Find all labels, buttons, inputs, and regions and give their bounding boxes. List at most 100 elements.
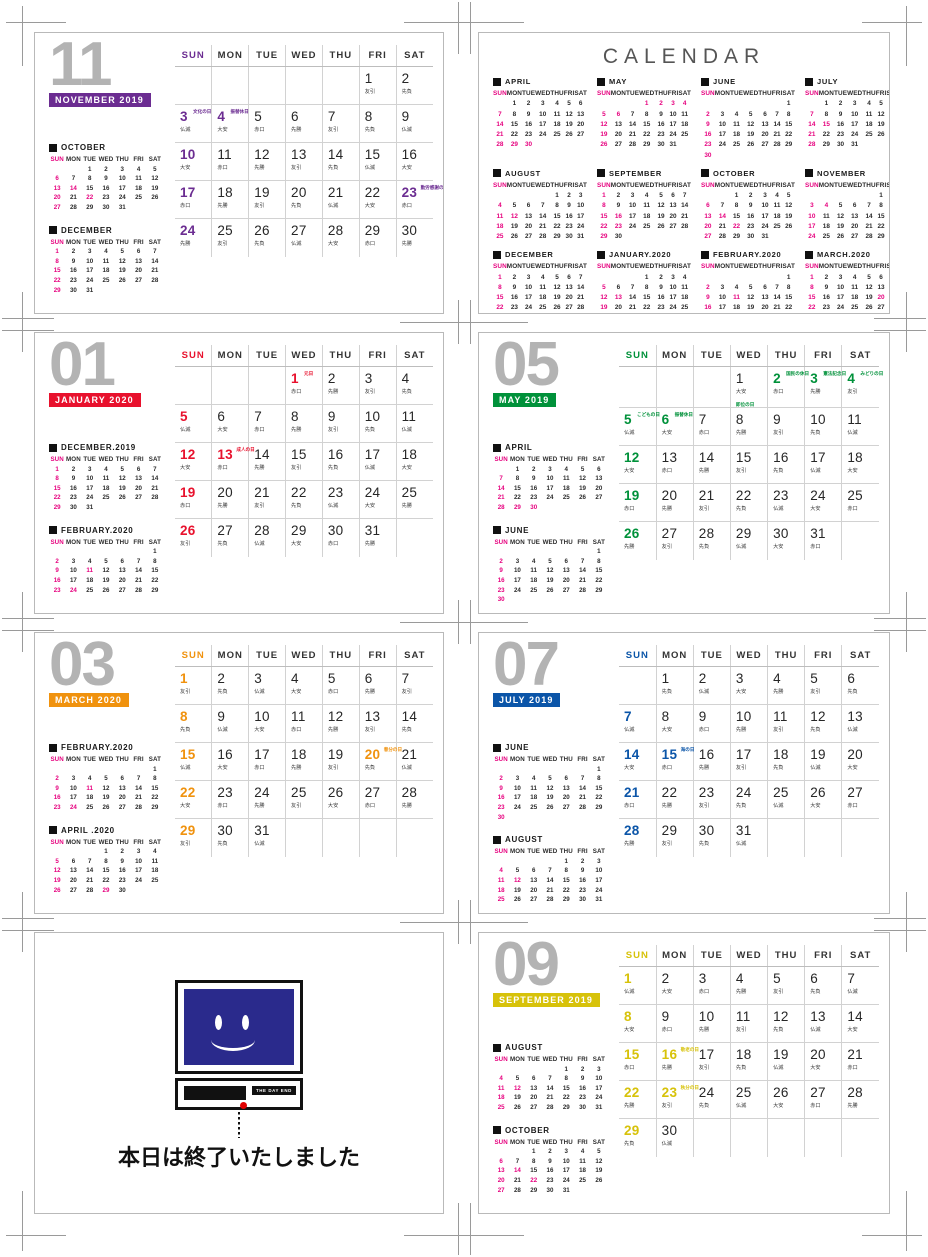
calendar-day-cell[interactable]: 14 先勝 (248, 442, 286, 481)
calendar-day-cell[interactable]: 30 赤口 (321, 518, 360, 557)
calendar-day-cell[interactable]: 26 大安 (804, 780, 842, 819)
calendar-day-cell[interactable]: 13 成人の日 赤口 (211, 442, 255, 481)
calendar-day-cell[interactable]: 19 仏滅 (804, 742, 842, 781)
calendar-day-cell[interactable]: 6 大安 (211, 404, 249, 443)
calendar-day-cell[interactable]: 29 大安 (285, 518, 323, 557)
calendar-day-cell[interactable]: 1 仏滅 (619, 966, 657, 1005)
calendar-day-cell[interactable]: 15 友引 (285, 442, 323, 481)
calendar-day-cell[interactable]: 2 大安 (655, 966, 694, 1005)
calendar-day-cell[interactable]: 21 仏滅 (395, 742, 433, 781)
calendar-day-cell[interactable]: 1 大安 即位の日 (729, 366, 768, 409)
calendar-day-cell[interactable]: 29 赤口 (358, 218, 397, 257)
calendar-day-cell[interactable]: 30 仏滅 (655, 1118, 694, 1157)
calendar-day-cell[interactable]: 26 大安 (321, 780, 360, 819)
calendar-day-cell[interactable]: 15 海の日 赤口 (655, 742, 694, 781)
calendar-day-cell[interactable]: 19 赤口 (175, 480, 212, 519)
calendar-day-cell[interactable]: 6 先負 (804, 966, 842, 1005)
calendar-day-cell[interactable]: 30 先勝 (395, 218, 433, 257)
calendar-day-cell[interactable]: 24 先負 (729, 780, 768, 819)
calendar-day-cell[interactable]: 11 仏滅 (395, 404, 433, 443)
calendar-day-cell[interactable]: 5 友引 (804, 666, 842, 705)
calendar-day-cell[interactable]: 5 仏滅 (175, 404, 212, 443)
calendar-day-cell[interactable]: 2 国民の休日 赤口 (767, 366, 809, 409)
calendar-day-cell[interactable]: 22 先負 (729, 483, 768, 523)
calendar-day-cell[interactable]: 3 赤口 (692, 966, 731, 1005)
calendar-day-cell[interactable]: 13 仏滅 (804, 1004, 842, 1043)
calendar-day-cell[interactable]: 16 先勝 (692, 742, 731, 781)
calendar-day-cell[interactable]: 9 赤口 (692, 704, 731, 743)
calendar-day-cell[interactable]: 3 憲法記念日 先勝 (804, 366, 846, 409)
calendar-day-cell[interactable]: 20 大安 (804, 1042, 842, 1081)
calendar-day-cell[interactable]: 12 先負 (767, 1004, 805, 1043)
calendar-day-cell[interactable]: 2 先勝 (321, 366, 360, 405)
calendar-day-cell[interactable]: 1 友引 (175, 666, 212, 705)
calendar-day-cell[interactable]: 28 先勝 (619, 819, 656, 857)
calendar-day-cell[interactable]: 5 こどもの日 仏滅 (619, 407, 660, 447)
calendar-day-cell[interactable]: 16 大安 (211, 742, 249, 781)
calendar-day-cell[interactable]: 2 先負 (211, 666, 249, 705)
calendar-day-cell[interactable]: 10 先負 (804, 407, 842, 447)
calendar-day-cell[interactable]: 30 先負 (692, 818, 731, 857)
calendar-day-cell[interactable]: 10 先勝 (729, 704, 768, 743)
calendar-day-cell[interactable]: 25 赤口 (841, 483, 879, 523)
calendar-day-cell[interactable]: 29 友引 (655, 818, 694, 857)
calendar-day-cell[interactable]: 29 仏滅 (729, 521, 768, 560)
calendar-day-cell[interactable]: 29 先負 (619, 1119, 656, 1157)
calendar-day-cell[interactable]: 17 仏滅 (358, 442, 397, 481)
calendar-day-cell[interactable]: 20 先負 (285, 180, 323, 219)
calendar-day-cell[interactable]: 19 友引 (321, 742, 360, 781)
calendar-day-cell[interactable]: 25 仏滅 (729, 1080, 768, 1119)
calendar-day-cell[interactable]: 25 仏滅 (767, 780, 805, 819)
calendar-day-cell[interactable]: 3 文化の日 仏滅 (175, 104, 212, 143)
calendar-day-cell[interactable]: 8 先勝 (729, 407, 768, 447)
calendar-day-cell[interactable]: 18 大安 (395, 442, 433, 481)
calendar-day-cell[interactable]: 7 友引 (395, 666, 433, 705)
calendar-day-cell[interactable]: 8 先負 (175, 704, 212, 743)
calendar-day-cell[interactable]: 26 先勝 (619, 522, 656, 560)
calendar-day-cell[interactable]: 20 春分の日 先負 (358, 742, 402, 781)
calendar-day-cell[interactable]: 3 友引 (358, 366, 397, 405)
calendar-day-cell[interactable]: 28 大安 (321, 218, 360, 257)
calendar-day-cell[interactable]: 17 仏滅 (804, 445, 842, 485)
calendar-day-cell[interactable]: 25 友引 (211, 218, 249, 257)
calendar-day-cell[interactable]: 27 赤口 (358, 780, 397, 819)
calendar-day-cell[interactable]: 28 仏滅 (248, 518, 286, 557)
calendar-day-cell[interactable]: 24 先勝 (248, 780, 286, 819)
calendar-day-cell[interactable]: 6 先勝 (285, 104, 323, 143)
calendar-day-cell[interactable]: 9 友引 (767, 407, 805, 447)
calendar-day-cell[interactable]: 13 友引 (285, 142, 323, 181)
calendar-day-cell[interactable]: 15 友引 (729, 445, 768, 485)
calendar-day-cell[interactable]: 20 大安 (841, 742, 879, 781)
calendar-day-cell[interactable]: 17 赤口 (248, 742, 286, 781)
calendar-day-cell[interactable]: 19 赤口 (619, 483, 657, 523)
calendar-day-cell[interactable]: 22 先勝 (655, 780, 694, 819)
calendar-day-cell[interactable]: 21 赤口 (841, 1042, 879, 1081)
calendar-day-cell[interactable]: 19 仏滅 (767, 1042, 805, 1081)
calendar-day-cell[interactable]: 17 友引 (729, 742, 768, 781)
calendar-day-cell[interactable]: 22 大安 (358, 180, 397, 219)
calendar-day-cell[interactable]: 4 先勝 (767, 666, 805, 705)
calendar-day-cell[interactable]: 16 先負 (767, 445, 805, 485)
calendar-day-cell[interactable]: 30 大安 (767, 521, 805, 560)
calendar-day-cell[interactable]: 13 友引 (358, 704, 397, 743)
calendar-day-cell[interactable]: 21 仏滅 (321, 180, 360, 219)
calendar-day-cell[interactable]: 3 大安 (729, 666, 768, 705)
calendar-day-cell[interactable]: 18 大安 (841, 445, 879, 485)
calendar-day-cell[interactable]: 9 友引 (321, 404, 360, 443)
calendar-day-cell[interactable]: 8 大安 (655, 704, 694, 743)
calendar-day-cell[interactable]: 7 友引 (321, 104, 360, 143)
calendar-day-cell[interactable]: 2 仏滅 (692, 666, 731, 705)
calendar-day-cell[interactable]: 24 大安 (804, 483, 842, 523)
calendar-day-cell[interactable]: 23 秋分の日 友引 (655, 1080, 699, 1119)
calendar-day-cell[interactable]: 15 赤口 (619, 1042, 657, 1081)
calendar-day-cell[interactable]: 18 先勝 (285, 742, 323, 781)
calendar-day-cell[interactable]: 18 先負 (729, 1042, 768, 1081)
calendar-day-cell[interactable]: 13 仏滅 (841, 704, 879, 743)
calendar-day-cell[interactable]: 11 友引 (767, 704, 805, 743)
calendar-day-cell[interactable]: 11 友引 (729, 1004, 768, 1043)
calendar-day-cell[interactable]: 9 赤口 (655, 1004, 694, 1043)
calendar-day-cell[interactable]: 28 先勝 (395, 780, 433, 819)
calendar-day-cell[interactable]: 30 先負 (211, 818, 249, 857)
calendar-day-cell[interactable]: 12 先勝 (321, 704, 360, 743)
calendar-day-cell[interactable]: 31 先勝 (358, 518, 397, 557)
